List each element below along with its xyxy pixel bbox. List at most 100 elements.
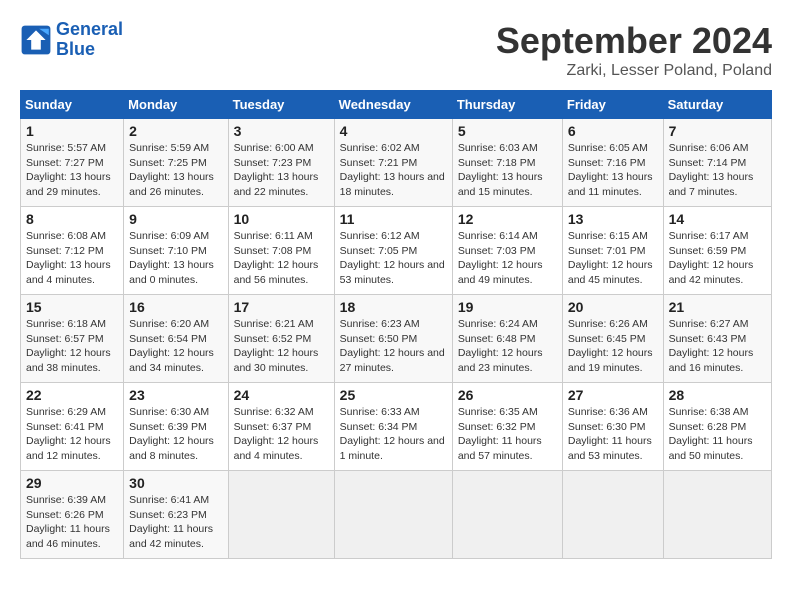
day-number: 22 bbox=[26, 387, 118, 403]
calendar-week-row: 15 Sunrise: 6:18 AMSunset: 6:57 PMDayligh… bbox=[21, 295, 772, 383]
day-number: 21 bbox=[669, 299, 766, 315]
logo-line2: Blue bbox=[56, 39, 95, 59]
table-row bbox=[452, 471, 562, 559]
day-number: 18 bbox=[340, 299, 447, 315]
day-number: 17 bbox=[234, 299, 329, 315]
page-header: General Blue September 2024 Zarki, Lesse… bbox=[20, 20, 772, 80]
day-number: 4 bbox=[340, 123, 447, 139]
table-row: 19 Sunrise: 6:24 AMSunset: 6:48 PMDayligh… bbox=[452, 295, 562, 383]
logo: General Blue bbox=[20, 20, 123, 60]
month-title: September 2024 bbox=[496, 20, 772, 62]
table-row: 3 Sunrise: 6:00 AMSunset: 7:23 PMDaylight… bbox=[228, 119, 334, 207]
day-number: 6 bbox=[568, 123, 658, 139]
table-row bbox=[663, 471, 771, 559]
logo-icon bbox=[20, 24, 52, 56]
table-row: 6 Sunrise: 6:05 AMSunset: 7:16 PMDaylight… bbox=[562, 119, 663, 207]
table-row: 12 Sunrise: 6:14 AMSunset: 7:03 PMDayligh… bbox=[452, 207, 562, 295]
day-info: Sunrise: 6:11 AMSunset: 7:08 PMDaylight:… bbox=[234, 229, 329, 288]
day-number: 2 bbox=[129, 123, 222, 139]
day-info: Sunrise: 6:32 AMSunset: 6:37 PMDaylight:… bbox=[234, 405, 329, 464]
table-row: 10 Sunrise: 6:11 AMSunset: 7:08 PMDayligh… bbox=[228, 207, 334, 295]
day-info: Sunrise: 6:02 AMSunset: 7:21 PMDaylight:… bbox=[340, 141, 447, 200]
day-number: 16 bbox=[129, 299, 222, 315]
col-wednesday: Wednesday bbox=[334, 91, 452, 119]
day-number: 5 bbox=[458, 123, 557, 139]
day-info: Sunrise: 6:29 AMSunset: 6:41 PMDaylight:… bbox=[26, 405, 118, 464]
day-info: Sunrise: 6:36 AMSunset: 6:30 PMDaylight:… bbox=[568, 405, 658, 464]
col-saturday: Saturday bbox=[663, 91, 771, 119]
header-row: Sunday Monday Tuesday Wednesday Thursday… bbox=[21, 91, 772, 119]
table-row: 27 Sunrise: 6:36 AMSunset: 6:30 PMDayligh… bbox=[562, 383, 663, 471]
day-number: 10 bbox=[234, 211, 329, 227]
day-info: Sunrise: 6:18 AMSunset: 6:57 PMDaylight:… bbox=[26, 317, 118, 376]
day-number: 15 bbox=[26, 299, 118, 315]
col-friday: Friday bbox=[562, 91, 663, 119]
table-row bbox=[334, 471, 452, 559]
calendar-week-row: 1 Sunrise: 5:57 AMSunset: 7:27 PMDaylight… bbox=[21, 119, 772, 207]
table-row: 24 Sunrise: 6:32 AMSunset: 6:37 PMDayligh… bbox=[228, 383, 334, 471]
table-row: 7Sunrise: 6:06 AMSunset: 7:14 PMDaylight… bbox=[663, 119, 771, 207]
table-row: 30 Sunrise: 6:41 AMSunset: 6:23 PMDayligh… bbox=[124, 471, 228, 559]
day-number: 23 bbox=[129, 387, 222, 403]
day-info: Sunrise: 6:38 AMSunset: 6:28 PMDaylight:… bbox=[669, 405, 766, 464]
table-row: 22 Sunrise: 6:29 AMSunset: 6:41 PMDayligh… bbox=[21, 383, 124, 471]
day-info: Sunrise: 6:12 AMSunset: 7:05 PMDaylight:… bbox=[340, 229, 447, 288]
table-row bbox=[228, 471, 334, 559]
table-row: 18Sunrise: 6:23 AMSunset: 6:50 PMDayligh… bbox=[334, 295, 452, 383]
day-number: 30 bbox=[129, 475, 222, 491]
calendar-week-row: 8Sunrise: 6:08 AMSunset: 7:12 PMDaylight… bbox=[21, 207, 772, 295]
day-number: 27 bbox=[568, 387, 658, 403]
table-row: 14Sunrise: 6:17 AMSunset: 6:59 PMDayligh… bbox=[663, 207, 771, 295]
day-info: Sunrise: 6:33 AMSunset: 6:34 PMDaylight:… bbox=[340, 405, 447, 464]
day-number: 29 bbox=[26, 475, 118, 491]
location: Zarki, Lesser Poland, Poland bbox=[496, 62, 772, 80]
table-row bbox=[562, 471, 663, 559]
table-row: 2 Sunrise: 5:59 AMSunset: 7:25 PMDaylight… bbox=[124, 119, 228, 207]
title-block: September 2024 Zarki, Lesser Poland, Pol… bbox=[496, 20, 772, 80]
day-number: 19 bbox=[458, 299, 557, 315]
col-tuesday: Tuesday bbox=[228, 91, 334, 119]
calendar-week-row: 22 Sunrise: 6:29 AMSunset: 6:41 PMDayligh… bbox=[21, 383, 772, 471]
day-number: 14 bbox=[669, 211, 766, 227]
day-number: 11 bbox=[340, 211, 447, 227]
day-info: Sunrise: 6:39 AMSunset: 6:26 PMDaylight:… bbox=[26, 493, 118, 552]
day-number: 28 bbox=[669, 387, 766, 403]
day-info: Sunrise: 6:06 AMSunset: 7:14 PMDaylight:… bbox=[669, 141, 766, 200]
table-row: 21Sunrise: 6:27 AMSunset: 6:43 PMDayligh… bbox=[663, 295, 771, 383]
day-number: 12 bbox=[458, 211, 557, 227]
table-row: 20Sunrise: 6:26 AMSunset: 6:45 PMDayligh… bbox=[562, 295, 663, 383]
table-row: 8Sunrise: 6:08 AMSunset: 7:12 PMDaylight… bbox=[21, 207, 124, 295]
col-monday: Monday bbox=[124, 91, 228, 119]
day-info: Sunrise: 6:05 AMSunset: 7:16 PMDaylight:… bbox=[568, 141, 658, 200]
logo-text: General Blue bbox=[56, 20, 123, 60]
day-number: 8 bbox=[26, 211, 118, 227]
day-number: 25 bbox=[340, 387, 447, 403]
table-row: 15 Sunrise: 6:18 AMSunset: 6:57 PMDayligh… bbox=[21, 295, 124, 383]
day-info: Sunrise: 6:41 AMSunset: 6:23 PMDaylight:… bbox=[129, 493, 222, 552]
col-sunday: Sunday bbox=[21, 91, 124, 119]
table-row: 17 Sunrise: 6:21 AMSunset: 6:52 PMDayligh… bbox=[228, 295, 334, 383]
calendar-table: Sunday Monday Tuesday Wednesday Thursday… bbox=[20, 90, 772, 559]
logo-line1: General bbox=[56, 19, 123, 39]
day-info: Sunrise: 5:57 AMSunset: 7:27 PMDaylight:… bbox=[26, 141, 118, 200]
day-number: 3 bbox=[234, 123, 329, 139]
day-info: Sunrise: 6:24 AMSunset: 6:48 PMDaylight:… bbox=[458, 317, 557, 376]
day-info: Sunrise: 6:14 AMSunset: 7:03 PMDaylight:… bbox=[458, 229, 557, 288]
day-info: Sunrise: 6:00 AMSunset: 7:23 PMDaylight:… bbox=[234, 141, 329, 200]
calendar-week-row: 29 Sunrise: 6:39 AMSunset: 6:26 PMDayligh… bbox=[21, 471, 772, 559]
day-number: 13 bbox=[568, 211, 658, 227]
day-info: Sunrise: 5:59 AMSunset: 7:25 PMDaylight:… bbox=[129, 141, 222, 200]
day-number: 1 bbox=[26, 123, 118, 139]
day-info: Sunrise: 6:15 AMSunset: 7:01 PMDaylight:… bbox=[568, 229, 658, 288]
day-info: Sunrise: 6:21 AMSunset: 6:52 PMDaylight:… bbox=[234, 317, 329, 376]
day-info: Sunrise: 6:20 AMSunset: 6:54 PMDaylight:… bbox=[129, 317, 222, 376]
table-row: 23Sunrise: 6:30 AMSunset: 6:39 PMDayligh… bbox=[124, 383, 228, 471]
day-info: Sunrise: 6:03 AMSunset: 7:18 PMDaylight:… bbox=[458, 141, 557, 200]
table-row: 11 Sunrise: 6:12 AMSunset: 7:05 PMDayligh… bbox=[334, 207, 452, 295]
table-row: 28 Sunrise: 6:38 AMSunset: 6:28 PMDayligh… bbox=[663, 383, 771, 471]
day-number: 20 bbox=[568, 299, 658, 315]
col-thursday: Thursday bbox=[452, 91, 562, 119]
day-number: 26 bbox=[458, 387, 557, 403]
day-number: 24 bbox=[234, 387, 329, 403]
table-row: 5 Sunrise: 6:03 AMSunset: 7:18 PMDaylight… bbox=[452, 119, 562, 207]
